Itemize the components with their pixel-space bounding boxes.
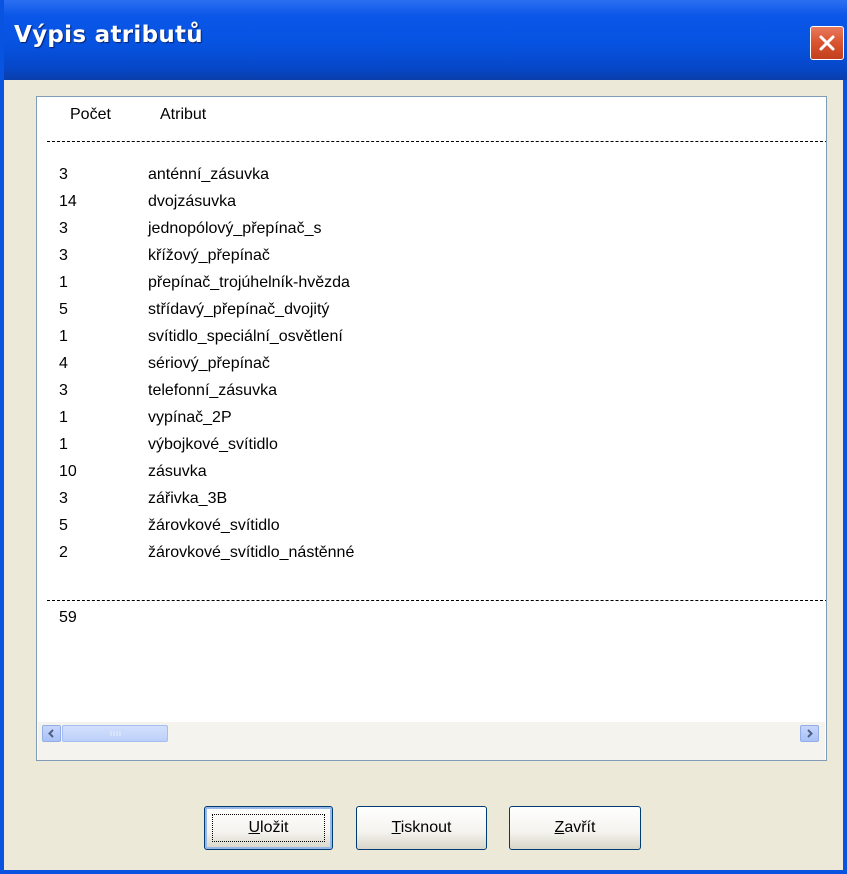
close-window-button[interactable] xyxy=(810,26,844,60)
column-header-count: Počet xyxy=(70,106,111,123)
row-attribute: zásuvka xyxy=(148,463,207,480)
arrow-right-icon xyxy=(807,729,813,738)
row-attribute: dvojzásuvka xyxy=(148,193,237,210)
row-attribute: přepínač_trojúhelník-hvězda xyxy=(148,274,350,291)
print-button-label: Tisknout xyxy=(391,819,452,836)
window-title: Výpis atributů xyxy=(14,22,203,48)
scroll-left-button[interactable] xyxy=(42,725,61,742)
row-attribute: telefonní_zásuvka xyxy=(148,382,277,399)
row-count: 1 xyxy=(59,436,68,453)
row-count: 4 xyxy=(59,355,68,372)
header-separator xyxy=(47,141,826,142)
title-bar[interactable]: Výpis atributů xyxy=(4,0,847,80)
close-icon xyxy=(819,35,835,51)
row-attribute: sériový_přepínač xyxy=(148,355,270,372)
total-count: 59 xyxy=(59,609,77,626)
row-count: 3 xyxy=(59,490,68,507)
row-attribute: střídavý_přepínač_dvojitý xyxy=(148,301,330,318)
save-button[interactable]: Uložit xyxy=(204,806,333,850)
row-count: 3 xyxy=(59,220,68,237)
scroll-thumb[interactable] xyxy=(62,725,168,742)
row-count: 5 xyxy=(59,517,68,534)
row-count: 3 xyxy=(59,166,68,183)
row-attribute: žárovkové_svítidlo xyxy=(148,517,280,534)
row-attribute: křížový_přepínač xyxy=(148,247,270,264)
row-count: 3 xyxy=(59,247,68,264)
close-button[interactable]: Zavřít xyxy=(509,806,641,850)
row-count: 5 xyxy=(59,301,68,318)
row-count: 3 xyxy=(59,382,68,399)
attribute-list[interactable]: Počet Atribut 3 anténní_zásuvka 14 dvojzásu… xyxy=(36,96,827,761)
row-count: 14 xyxy=(59,193,77,210)
row-attribute: žárovkové_svítidlo_nástěnné xyxy=(148,544,355,561)
row-attribute: jednopólový_přepínač_s xyxy=(148,220,322,237)
scroll-right-button[interactable] xyxy=(800,725,819,742)
arrow-left-icon xyxy=(48,729,54,738)
row-count: 1 xyxy=(59,328,68,345)
row-count: 2 xyxy=(59,544,68,561)
row-count: 1 xyxy=(59,409,68,426)
row-attribute: výbojkové_svítidlo xyxy=(148,436,278,453)
grip-icon xyxy=(110,731,121,736)
close-button-label: Zavřít xyxy=(554,819,596,836)
row-attribute: anténní_zásuvka xyxy=(148,166,269,183)
focus-ring xyxy=(212,814,325,842)
row-attribute: svítidlo_speciální_osvětlení xyxy=(148,328,343,345)
total-separator xyxy=(47,600,826,601)
row-count: 10 xyxy=(59,463,77,480)
column-header-attribute: Atribut xyxy=(160,106,207,123)
dialog-window: Výpis atributů Počet Atribut 3 anténní_zá… xyxy=(0,0,847,874)
horizontal-scrollbar[interactable] xyxy=(38,722,825,760)
row-count: 1 xyxy=(59,274,68,291)
row-attribute: zářivka_3B xyxy=(148,490,228,507)
print-button[interactable]: Tisknout xyxy=(356,806,487,850)
row-attribute: vypínač_2P xyxy=(148,409,232,426)
